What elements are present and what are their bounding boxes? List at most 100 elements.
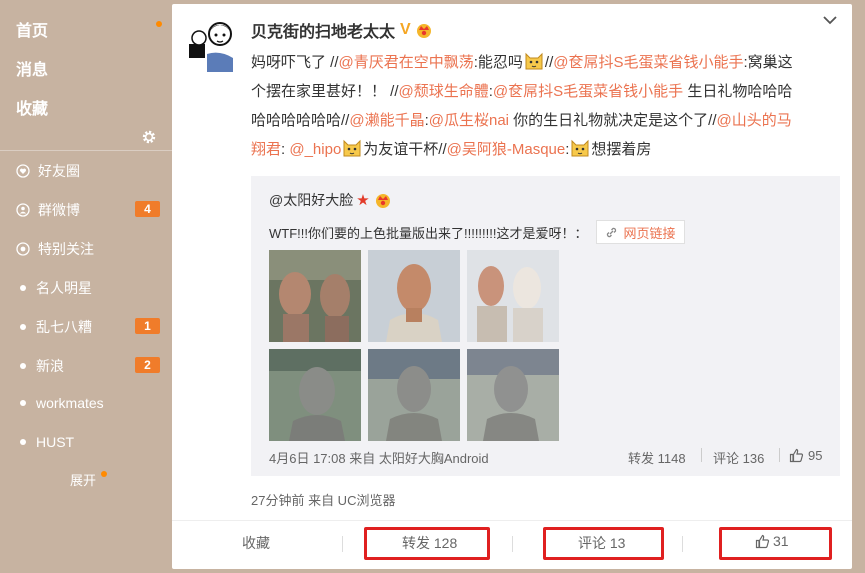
sidebar-item-celebrities[interactable]: 名人明星 xyxy=(16,278,92,298)
star-icon: ★ xyxy=(356,192,370,209)
mention-link[interactable]: @吴阿狼-Masque xyxy=(447,141,566,158)
quoted-repost-count[interactable]: 转发 1148 xyxy=(628,448,686,467)
sidebar-item-label: HUST xyxy=(36,434,75,450)
mention-link[interactable]: @奁屌抖S毛蛋菜省钱小能手 xyxy=(553,54,743,71)
photo-thumbnail[interactable] xyxy=(368,250,460,342)
mention-link[interactable]: @颓球生命體 xyxy=(399,83,489,100)
text-segment: 你的生日礼物就决定是这个了// xyxy=(509,112,717,129)
cat-emoji-icon xyxy=(571,139,589,157)
divider xyxy=(512,536,513,552)
avatar[interactable] xyxy=(187,14,237,72)
divider xyxy=(779,448,780,462)
bullet-icon xyxy=(20,439,26,445)
mention-link[interactable]: @山头的马 xyxy=(717,112,792,129)
divider xyxy=(0,150,172,151)
sidebar: 首页 消息 收藏 好友圈 群微博 4 特别关注 名人明星 乱七八糟 1 新浪 2… xyxy=(0,0,172,573)
divider xyxy=(342,536,343,552)
nav-home[interactable]: 首页 xyxy=(16,17,48,41)
divider xyxy=(682,536,683,552)
text-segment: 个摆在家里甚好！！ // xyxy=(251,83,399,100)
count-badge: 4 xyxy=(135,201,160,217)
photo-thumbnail[interactable] xyxy=(467,349,559,441)
sidebar-item-label: 特别关注 xyxy=(38,241,94,257)
post-author[interactable]: 贝克街的扫地老太太 V xyxy=(251,18,433,42)
post-text: 妈呀吓飞了 //@青厌君在空中飘荡:能忍吗//@奁屌抖S毛蛋菜省钱小能手:窝巢这… xyxy=(251,48,836,164)
count-badge: 1 xyxy=(135,318,160,334)
sidebar-item-friends-circle[interactable]: 好友圈 xyxy=(16,161,80,181)
divider xyxy=(701,448,702,462)
sidebar-item-workmates[interactable]: workmates xyxy=(16,395,104,411)
sidebar-item-label: workmates xyxy=(36,395,104,411)
quoted-text-body: WTF!!!你们要的上色批量版出来了!!!!!!!!!这才是爱呀！： xyxy=(269,225,588,241)
quoted-comment-count[interactable]: 评论 136 xyxy=(713,448,764,467)
web-link-button[interactable]: 网页链接 xyxy=(595,220,685,244)
member-crown-icon xyxy=(375,194,390,208)
highlight-box xyxy=(719,527,832,560)
cat-emoji-icon xyxy=(343,139,361,157)
quoted-author[interactable]: @太阳好大脸 ★ xyxy=(269,190,392,210)
chevron-down-icon[interactable] xyxy=(822,12,838,28)
circle-heart-icon xyxy=(16,164,30,178)
new-dot xyxy=(101,471,107,477)
text-segment: 哈哈哈哈哈哈// xyxy=(251,112,350,129)
thumbs-up-icon xyxy=(789,448,804,463)
divider xyxy=(172,520,852,521)
sidebar-item-group-weibo[interactable]: 群微博 xyxy=(16,200,80,220)
text-segment: :能忍吗 xyxy=(473,54,523,71)
sidebar-item-label: 乱七八糟 xyxy=(36,319,92,335)
weibo-post-card: 贝克街的扫地老太太 V 妈呀吓飞了 //@青厌君在空中飘荡:能忍吗//@奁屌抖S… xyxy=(172,4,852,569)
post-meta: 27分钟前 来自 UC浏览器 xyxy=(251,493,396,508)
sidebar-item-label: 群微博 xyxy=(38,202,80,218)
mention-link[interactable]: @青厌君在空中飘荡 xyxy=(339,54,474,71)
sidebar-item-label: 好友圈 xyxy=(38,163,80,179)
mention-link[interactable]: @瓜生桜nai xyxy=(429,112,509,129)
web-link-label: 网页链接 xyxy=(623,225,676,241)
quoted-text: WTF!!!你们要的上色批量版出来了!!!!!!!!!这才是爱呀！： 网页链接 xyxy=(269,220,685,244)
quoted-meta: 4月6日 17:08 来自 太阳好大胸Android xyxy=(269,451,489,466)
photo-thumbnail[interactable] xyxy=(269,349,361,441)
quoted-author-name[interactable]: @太阳好大脸 xyxy=(269,190,353,210)
photo-thumbnail[interactable] xyxy=(467,250,559,342)
mention-link[interactable]: @濑能千晶 xyxy=(349,112,424,129)
bullet-icon xyxy=(20,363,26,369)
mention-link[interactable]: @_hipo xyxy=(289,141,341,158)
text-segment: 为友谊干杯// xyxy=(363,141,447,158)
highlight-box xyxy=(364,527,490,560)
sidebar-item-label: 新浪 xyxy=(36,358,64,374)
quoted-like-button[interactable]: 95 xyxy=(789,448,822,463)
count-badge: 2 xyxy=(135,357,160,373)
sidebar-item-sina[interactable]: 新浪 xyxy=(16,356,64,376)
sidebar-item-misc[interactable]: 乱七八糟 xyxy=(16,317,92,337)
member-crown-icon xyxy=(416,24,431,38)
photo-thumbnail[interactable] xyxy=(269,250,361,342)
group-icon xyxy=(16,203,30,217)
verified-badge: V xyxy=(400,21,411,38)
bullet-icon xyxy=(20,400,26,406)
text-segment: 想摆着房 xyxy=(591,141,652,158)
text-segment: 生日礼物哈哈哈 xyxy=(683,83,793,100)
mention-link[interactable]: @奁屌抖S毛蛋菜省钱小能手 xyxy=(493,83,683,100)
gear-icon[interactable] xyxy=(141,129,157,145)
link-icon xyxy=(606,227,616,237)
favorite-button[interactable]: 收藏 xyxy=(242,533,270,553)
nav-favorites[interactable]: 收藏 xyxy=(16,95,48,119)
reposted-original: @太阳好大脸 ★ WTF!!!你们要的上色批量版出来了!!!!!!!!!这才是爱… xyxy=(251,176,840,476)
special-follow-icon xyxy=(16,242,30,256)
mention-link[interactable]: 翔君 xyxy=(251,141,281,158)
cat-emoji-icon xyxy=(525,52,543,70)
text-segment: :窝巢这 xyxy=(743,54,793,71)
sidebar-item-special-follow[interactable]: 特别关注 xyxy=(16,239,94,259)
text-segment: 妈呀吓飞了 // xyxy=(251,54,339,71)
sidebar-item-hust[interactable]: HUST xyxy=(16,434,74,450)
highlight-box xyxy=(543,527,664,560)
bullet-icon xyxy=(20,324,26,330)
expand-link[interactable]: 展开 xyxy=(70,470,96,489)
text-segment: // xyxy=(544,54,554,71)
new-dot xyxy=(156,21,162,27)
bullet-icon xyxy=(20,285,26,291)
sidebar-item-label: 名人明星 xyxy=(36,280,92,296)
quoted-like-count: 95 xyxy=(808,448,823,463)
nav-messages[interactable]: 消息 xyxy=(16,56,48,80)
author-name[interactable]: 贝克街的扫地老太太 xyxy=(251,18,395,42)
photo-thumbnail[interactable] xyxy=(368,349,460,441)
